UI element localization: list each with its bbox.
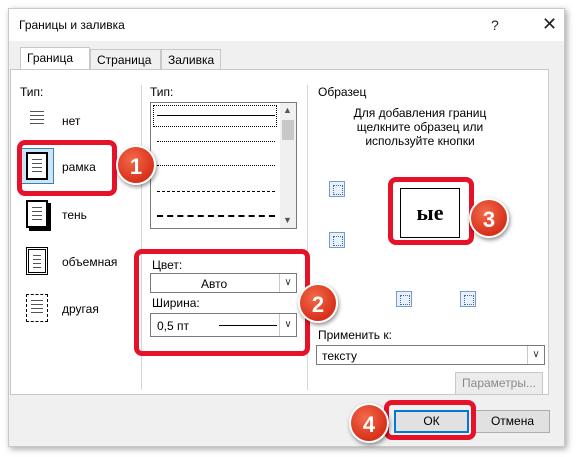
- options-button[interactable]: Параметры...: [455, 372, 543, 395]
- line-style-list[interactable]: ▲ ▼: [150, 102, 297, 229]
- border-custom-icon: [20, 290, 54, 326]
- scroll-thumb[interactable]: [282, 120, 294, 140]
- callout-badge-3: 3: [469, 198, 509, 238]
- callout-badge-2: 2: [298, 283, 338, 323]
- callout-box-setting: [17, 140, 117, 196]
- top-border-button[interactable]: [329, 181, 345, 197]
- tab-shading[interactable]: Заливка: [161, 49, 221, 69]
- chevron-down-icon[interactable]: ∨: [527, 346, 544, 364]
- right-border-button[interactable]: [460, 291, 476, 307]
- cancel-button[interactable]: Отмена: [475, 410, 550, 433]
- callout-box-color-width: [134, 249, 310, 356]
- style-label: Тип:: [150, 85, 174, 99]
- setting-none-label: нет: [62, 114, 81, 128]
- line-style-dotted-sparse[interactable]: [157, 165, 275, 166]
- bottom-border-button[interactable]: [329, 232, 345, 248]
- border-shadow-icon: [20, 196, 54, 232]
- close-icon[interactable]: ✕: [542, 14, 557, 35]
- preview-label: Образец: [318, 85, 367, 99]
- setting-custom[interactable]: другая: [20, 290, 140, 330]
- line-style-dotted[interactable]: [157, 141, 275, 142]
- setting-shadow-label: тень: [62, 208, 87, 222]
- dialog-title: Границы и заливка: [19, 18, 125, 32]
- line-style-solid[interactable]: [157, 115, 275, 116]
- line-style-scrollbar[interactable]: ▲ ▼: [280, 103, 296, 228]
- preview-hint: Для добавления границ щелкните образец и…: [353, 106, 487, 148]
- line-style-selection: [153, 105, 277, 127]
- setting-label: Тип:: [20, 85, 44, 99]
- setting-shadow[interactable]: тень: [20, 196, 140, 236]
- help-button[interactable]: ?: [491, 17, 499, 33]
- border-3d-icon: [20, 243, 54, 279]
- setting-3d[interactable]: объемная: [20, 243, 140, 283]
- apply-to-label: Применить к:: [318, 328, 392, 342]
- tab-border[interactable]: Граница: [20, 47, 90, 69]
- callout-box-preview: [388, 177, 474, 245]
- setting-none[interactable]: нет: [20, 102, 140, 142]
- setting-custom-label: другая: [62, 302, 99, 316]
- border-none-icon: [20, 102, 54, 138]
- left-border-button[interactable]: [396, 291, 412, 307]
- callout-badge-1: 1: [116, 145, 156, 185]
- line-style-dashed-long[interactable]: [157, 215, 275, 217]
- apply-to-dropdown[interactable]: тексту ∨: [316, 345, 545, 365]
- callout-box-ok: [384, 400, 476, 440]
- scroll-down-icon[interactable]: ▼: [283, 215, 292, 225]
- apply-to-value: тексту: [322, 349, 358, 363]
- setting-3d-label: объемная: [62, 255, 118, 269]
- title-bar: Границы и заливка ? ✕: [9, 9, 564, 41]
- callout-badge-4: 4: [349, 403, 389, 443]
- line-style-dashed[interactable]: [157, 191, 275, 192]
- tab-page-border[interactable]: Страница: [90, 49, 161, 69]
- scroll-up-icon[interactable]: ▲: [283, 105, 292, 115]
